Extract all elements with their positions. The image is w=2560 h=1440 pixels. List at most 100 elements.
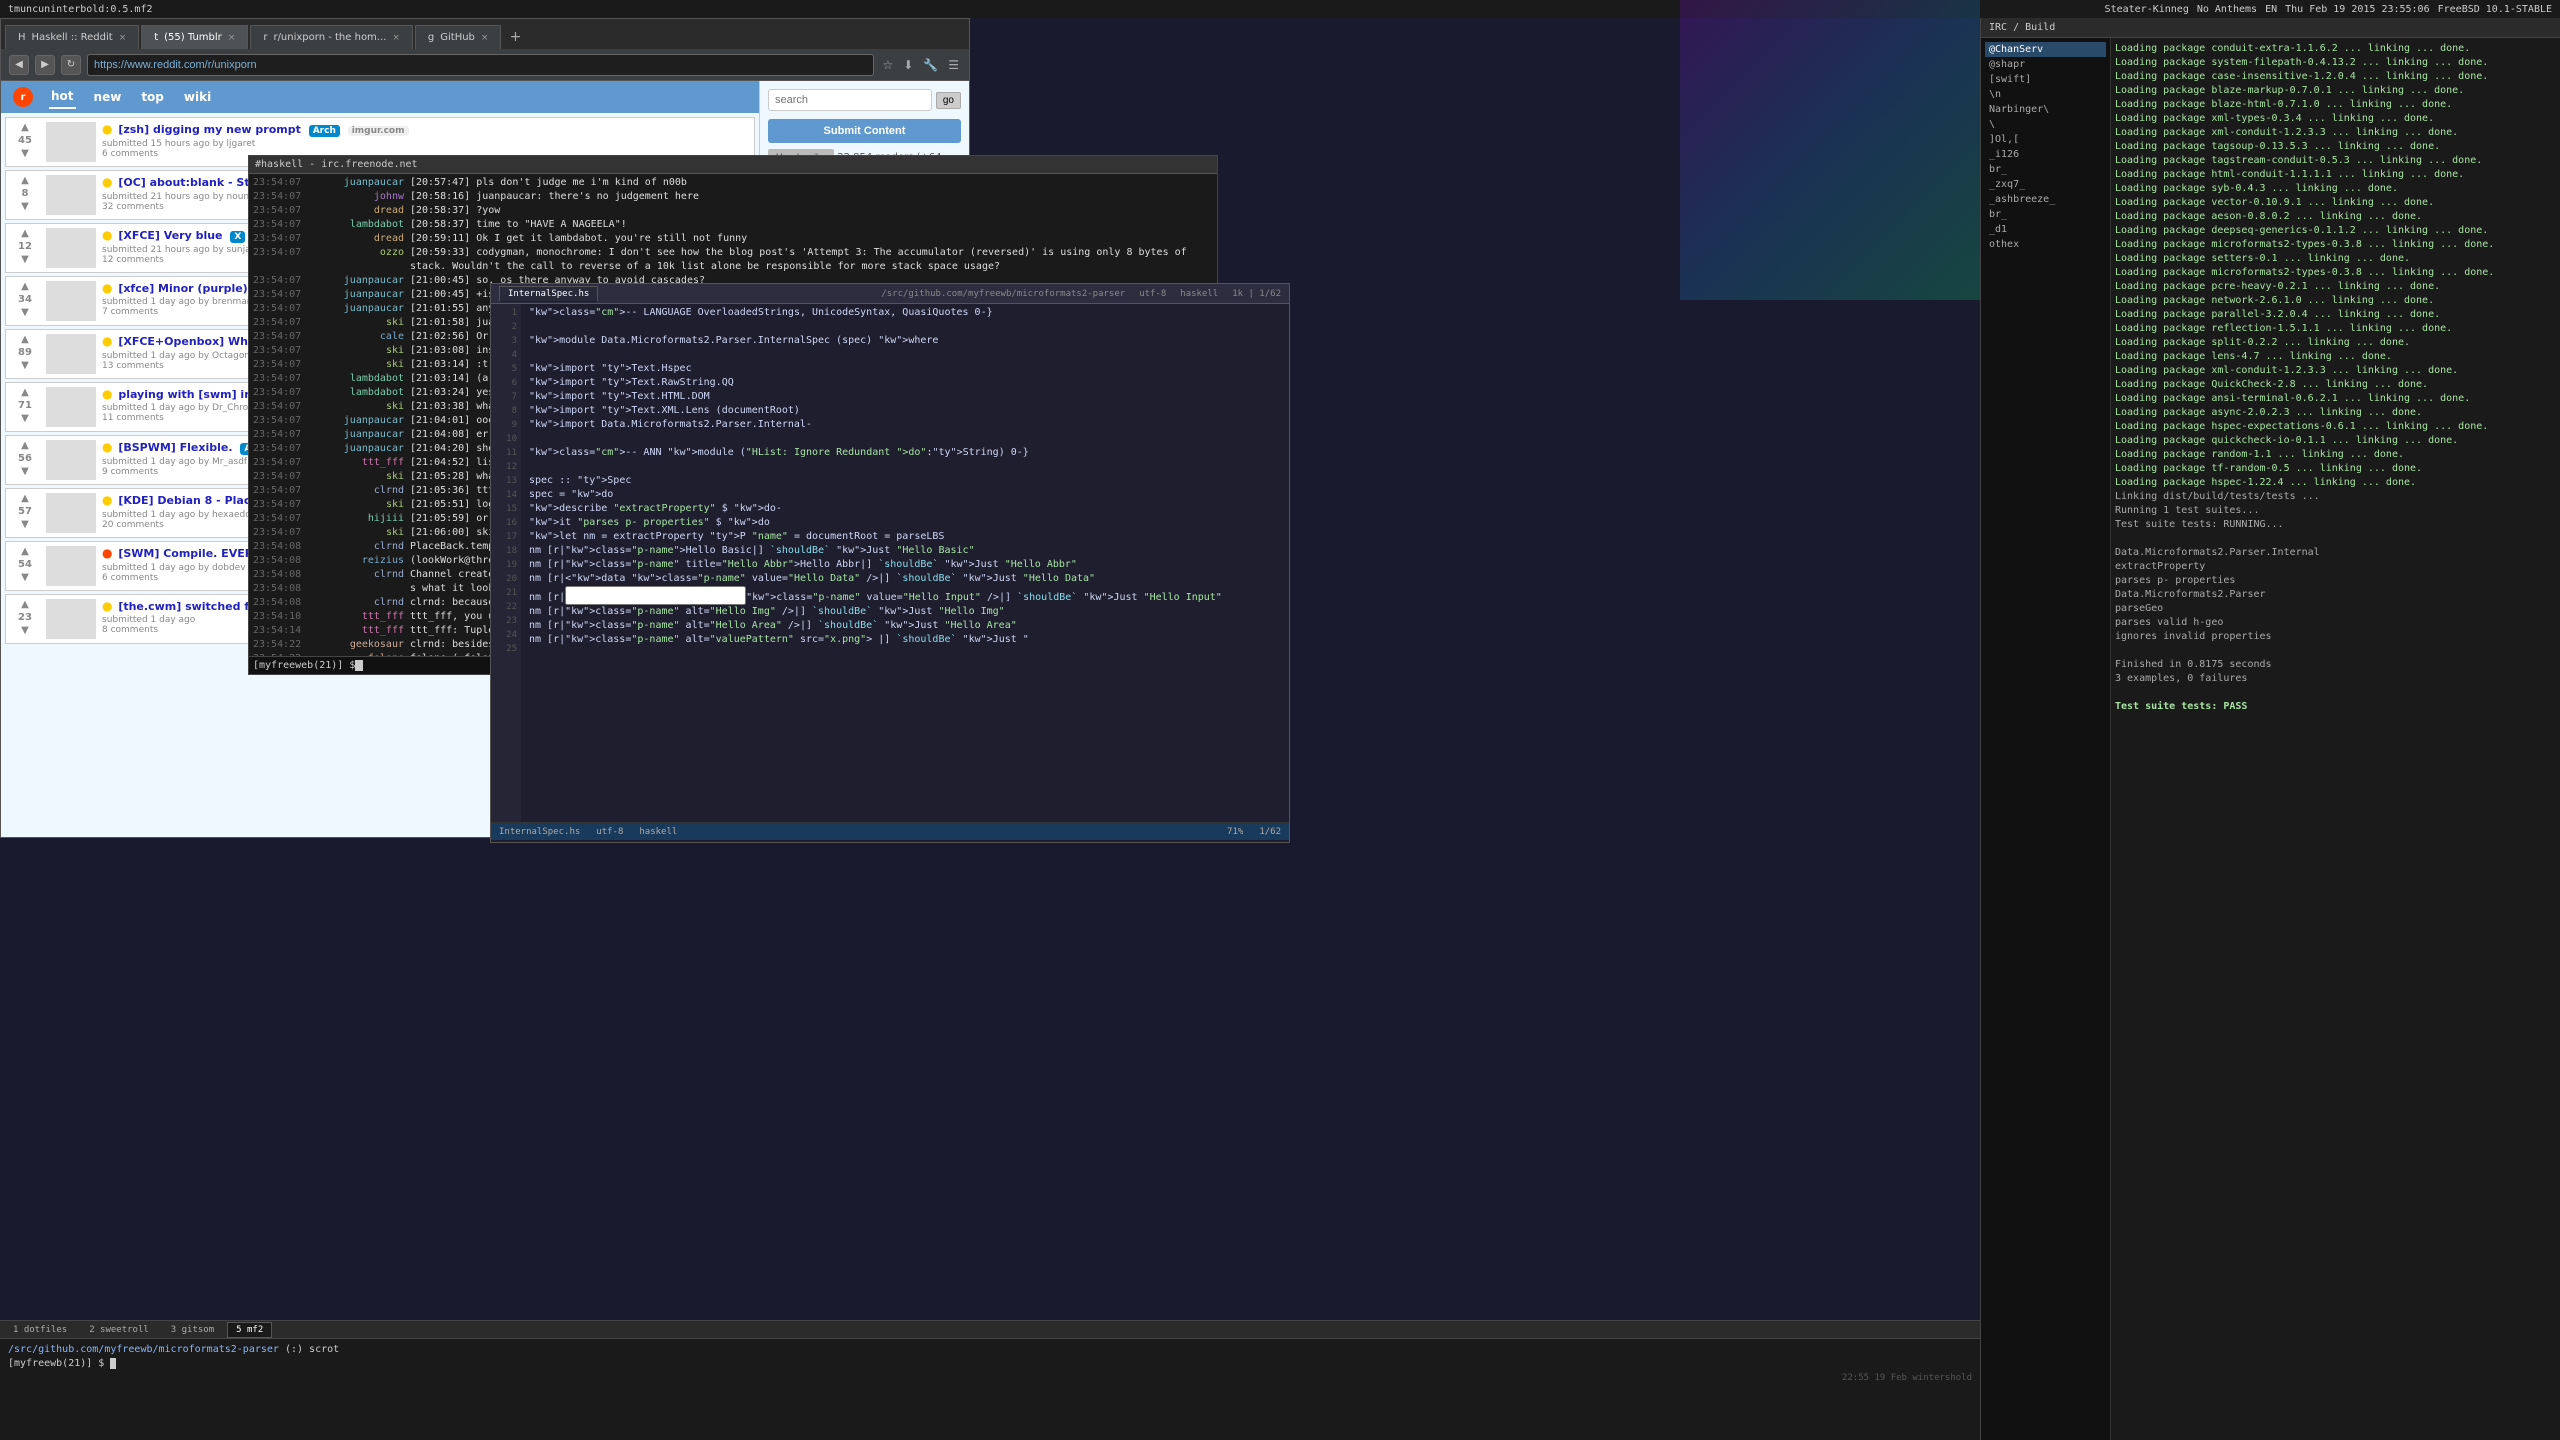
nav-hot[interactable]: hot xyxy=(49,85,76,109)
menu-button[interactable]: ☰ xyxy=(948,58,959,72)
downvote-button[interactable]: ▼ xyxy=(21,307,29,318)
build-line: Loading package parallel-3.2.0.4 ... lin… xyxy=(2115,308,2556,322)
reddit-nav: r hot new top wiki xyxy=(1,81,759,113)
search-go-button[interactable]: go xyxy=(936,92,961,109)
term-tab-dotfiles[interactable]: 1 dotfiles xyxy=(4,1322,76,1338)
irc-timestamp: 23:54:07 xyxy=(253,400,308,414)
status-dot: ● xyxy=(102,228,112,242)
downvote-button[interactable]: ▼ xyxy=(21,466,29,477)
build-line: Loading package blaze-markup-0.7.0.1 ...… xyxy=(2115,84,2556,98)
tab-close-tumblr[interactable]: × xyxy=(228,33,236,43)
forward-button[interactable]: ▶ xyxy=(35,55,55,75)
irc-nick: juanpaucar xyxy=(314,176,404,190)
bookmark-button[interactable]: ☆ xyxy=(882,58,893,72)
post-votes: ▲ 8 ▼ xyxy=(10,175,40,215)
vote-count: 8 xyxy=(22,188,29,199)
search-input[interactable] xyxy=(768,89,932,111)
status-lang: haskell xyxy=(639,827,677,837)
status-dot: ● xyxy=(102,387,112,401)
irc-timestamp: 23:54:22 xyxy=(253,638,308,652)
irc-nick: ski xyxy=(314,498,404,512)
code-line: nm [r|"kw">class="p-name" title="Hello A… xyxy=(529,558,1281,572)
channel-item[interactable]: _zxq7_ xyxy=(1985,177,2106,192)
channel-item[interactable]: _d1 xyxy=(1985,222,2106,237)
address-input[interactable] xyxy=(87,54,874,76)
tab-close-haskell[interactable]: × xyxy=(119,33,127,43)
upvote-button[interactable]: ▲ xyxy=(21,228,29,239)
build-titlebar: IRC / Build xyxy=(1981,18,2560,38)
upvote-button[interactable]: ▲ xyxy=(21,122,29,133)
line-number: 24 xyxy=(495,628,517,642)
downvote-button[interactable]: ▼ xyxy=(21,201,29,212)
downvote-button[interactable]: ▼ xyxy=(21,360,29,371)
build-line: Loading package quickcheck-io-0.1.1 ... … xyxy=(2115,434,2556,448)
channel-item[interactable]: \ xyxy=(1985,117,2106,132)
build-line: Loading package ansi-terminal-0.6.2.1 ..… xyxy=(2115,392,2556,406)
upvote-button[interactable]: ▲ xyxy=(21,599,29,610)
submit-content-button[interactable]: Submit Content xyxy=(768,119,961,143)
channel-item[interactable]: br_ xyxy=(1985,162,2106,177)
irc-nick: ski xyxy=(314,470,404,484)
irc-nick: ski xyxy=(314,526,404,540)
irc-timestamp: 23:54:07 xyxy=(253,498,308,512)
back-button[interactable]: ◀ xyxy=(9,55,29,75)
terminal-body[interactable]: /src/github.com/myfreewb/microformats2-p… xyxy=(0,1339,1980,1440)
downvote-button[interactable]: ▼ xyxy=(21,254,29,265)
nav-new[interactable]: new xyxy=(92,86,124,108)
line-number: 23 xyxy=(495,614,517,628)
code-line xyxy=(529,460,1281,474)
irc-message: [20:58:37] time to "HAVE A NAGEELA"! xyxy=(410,218,1213,232)
reload-button[interactable]: ↻ xyxy=(61,55,81,75)
channel-item[interactable]: @ChanServ xyxy=(1985,42,2106,57)
channel-item[interactable]: ]Ol,[ xyxy=(1985,132,2106,147)
tab-unixporn[interactable]: r r/unixporn - the hom... × xyxy=(250,25,413,49)
term-tab-mf2[interactable]: 5 mf2 xyxy=(227,1322,272,1338)
code-line: "kw">class="cm">-- LANGUAGE OverloadedSt… xyxy=(529,306,1281,320)
channel-item[interactable]: Narbinger\ xyxy=(1985,102,2106,117)
line-number: 22 xyxy=(495,600,517,614)
channel-item[interactable]: [swift] xyxy=(1985,72,2106,87)
downvote-button[interactable]: ▼ xyxy=(21,625,29,636)
code-editor-panel: InternalSpec.hs /src/github.com/myfreewb… xyxy=(490,283,1290,843)
nav-wiki[interactable]: wiki xyxy=(182,86,213,108)
upvote-button[interactable]: ▲ xyxy=(21,334,29,345)
code-titlebar: InternalSpec.hs /src/github.com/myfreewb… xyxy=(491,284,1289,304)
upvote-button[interactable]: ▲ xyxy=(21,387,29,398)
downvote-button[interactable]: ▼ xyxy=(21,413,29,424)
build-content: @ChanServ@shapr[swift]\nNarbinger\\]Ol,[… xyxy=(1981,38,2560,1440)
upvote-button[interactable]: ▲ xyxy=(21,281,29,292)
code-line: "kw">it "parses p- properties" $ "kw">do xyxy=(529,516,1281,530)
code-tab-internal-spec[interactable]: InternalSpec.hs xyxy=(499,286,598,302)
irc-timestamp: 23:54:10 xyxy=(253,610,308,624)
downvote-button[interactable]: ▼ xyxy=(21,519,29,530)
upvote-button[interactable]: ▲ xyxy=(21,493,29,504)
term-tab-gitsom[interactable]: 3 gitsom xyxy=(162,1322,223,1338)
new-tab-button[interactable]: + xyxy=(503,25,527,49)
nav-top[interactable]: top xyxy=(139,86,166,108)
channel-item[interactable]: _i126 xyxy=(1985,147,2106,162)
address-bar-row: ◀ ▶ ↻ ☆ ⬇ 🔧 ☰ xyxy=(1,49,969,81)
channel-item[interactable]: othex xyxy=(1985,237,2106,252)
post-title[interactable]: ● [zsh] digging my new prompt Arch imgur… xyxy=(102,122,750,137)
build-line: Loading package case-insensitive-1.2.0.4… xyxy=(2115,70,2556,84)
tab-github[interactable]: g GitHub × xyxy=(415,25,502,49)
code-content[interactable]: "kw">class="cm">-- LANGUAGE OverloadedSt… xyxy=(521,304,1289,822)
channel-item[interactable]: \n xyxy=(1985,87,2106,102)
upvote-button[interactable]: ▲ xyxy=(21,440,29,451)
tab-close-unixporn[interactable]: × xyxy=(392,33,400,43)
status-pos: 71% xyxy=(1227,827,1243,837)
tab-haskell-reddit[interactable]: H Haskell :: Reddit × xyxy=(5,25,139,49)
channel-item[interactable]: _ashbreeze_ xyxy=(1985,192,2106,207)
channel-item[interactable]: br_ xyxy=(1985,207,2106,222)
download-button[interactable]: ⬇ xyxy=(903,58,913,72)
tab-close-github[interactable]: × xyxy=(481,33,489,43)
upvote-button[interactable]: ▲ xyxy=(21,546,29,557)
term-tab-sweetroll[interactable]: 2 sweetroll xyxy=(80,1322,158,1338)
tab-tumblr[interactable]: t (55) Tumblr × xyxy=(141,25,248,49)
channel-item[interactable]: @shapr xyxy=(1985,57,2106,72)
downvote-button[interactable]: ▼ xyxy=(21,148,29,159)
upvote-button[interactable]: ▲ xyxy=(21,175,29,186)
downvote-button[interactable]: ▼ xyxy=(21,572,29,583)
build-line: Loading package QuickCheck-2.8 ... linki… xyxy=(2115,378,2556,392)
extension-button[interactable]: 🔧 xyxy=(923,58,938,72)
